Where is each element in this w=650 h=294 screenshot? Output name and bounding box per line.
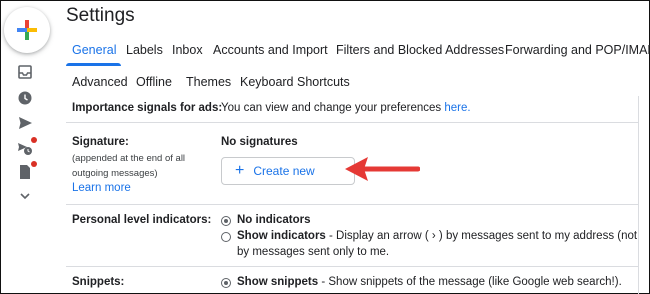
importance-label: Importance signals for ads: [72, 102, 223, 114]
tab-inbox[interactable]: Inbox [172, 36, 203, 64]
create-new-label: Create new [253, 164, 315, 178]
tab-advanced[interactable]: Advanced [72, 68, 128, 96]
tab-offline[interactable]: Offline [136, 68, 172, 96]
tab-forwarding-and-pop-imap[interactable]: Forwarding and POP/IMAP [505, 36, 650, 64]
inbox-icon[interactable] [17, 64, 33, 80]
plus-icon: + [235, 162, 245, 179]
tab-accounts-and-import[interactable]: Accounts and Import [213, 36, 328, 64]
signature-note-line1: (appended at the end of all [72, 153, 186, 164]
tab-labels[interactable]: Labels [126, 36, 163, 64]
show-indicators-line2: by messages sent only to me. [237, 246, 390, 258]
show-snippets-radio[interactable] [221, 278, 231, 288]
indicators-label: Personal level indicators: [72, 214, 212, 226]
signature-label: Signature: [72, 136, 129, 148]
compose-button[interactable] [4, 7, 50, 53]
signature-status: No signatures [221, 136, 298, 148]
tab-general[interactable]: General [72, 36, 116, 64]
chevron-down-icon[interactable] [17, 188, 33, 204]
active-tab-indicator [66, 63, 121, 66]
divider [66, 204, 638, 205]
divider [66, 266, 638, 267]
notification-dot [31, 161, 37, 167]
send-icon[interactable] [17, 115, 33, 131]
compose-plus-icon [17, 20, 37, 40]
no-indicators-radio[interactable] [221, 216, 231, 226]
importance-text: You can view and change your preferences… [221, 102, 471, 114]
tab-filters-and-blocked-addresses[interactable]: Filters and Blocked Addresses [336, 36, 504, 64]
signature-note-line2: outgoing messages) [72, 168, 158, 179]
no-indicators-label: No indicators [237, 214, 311, 226]
page-title: Settings [66, 5, 135, 26]
show-snippets-label: Show snippets - Show snippets of the mes… [237, 276, 622, 288]
red-arrow-annotation [345, 157, 420, 181]
settings-tabs: General Labels Inbox Accounts and Import… [66, 36, 650, 66]
snippets-label: Snippets: [72, 276, 125, 288]
show-indicators-label: Show indicators - Display an arrow ( › )… [237, 230, 638, 242]
draft-icon[interactable] [17, 164, 33, 180]
tab-themes[interactable]: Themes [186, 68, 231, 96]
learn-more-link[interactable]: Learn more [72, 181, 131, 196]
preferences-link[interactable]: here. [444, 102, 470, 114]
notification-dot [31, 137, 37, 143]
create-new-signature-button[interactable]: + Create new [221, 157, 355, 185]
scheduled-icon[interactable] [17, 140, 33, 156]
clock-icon[interactable] [17, 90, 33, 106]
tab-keyboard-shortcuts[interactable]: Keyboard Shortcuts [240, 68, 350, 96]
scroll-track [638, 96, 639, 294]
show-indicators-radio[interactable] [221, 232, 231, 242]
divider [66, 122, 638, 123]
